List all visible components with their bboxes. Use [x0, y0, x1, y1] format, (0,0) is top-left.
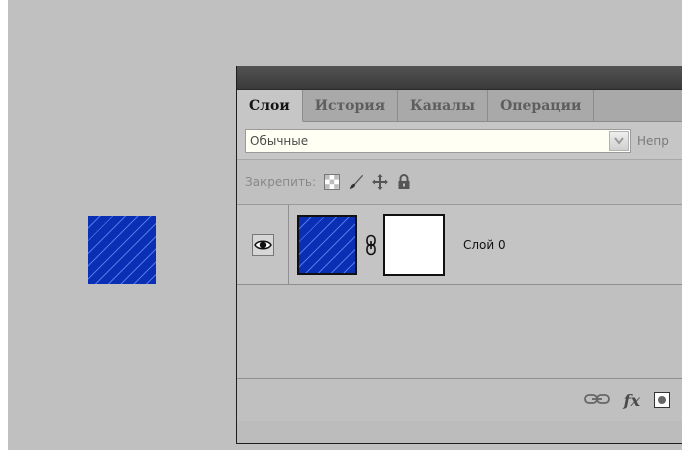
layers-panel: Слои История Каналы Операции Обычные Неп…: [236, 66, 682, 444]
add-mask-icon[interactable]: [654, 392, 670, 408]
lock-row: Закрепить:: [237, 160, 682, 205]
padlock-icon[interactable]: [396, 174, 412, 190]
visibility-cell: [237, 204, 289, 285]
layer-row[interactable]: Слой 0: [237, 204, 682, 285]
canvas-blue-square: [88, 216, 156, 284]
chevron-down-icon[interactable]: [609, 130, 629, 151]
blend-mode-row: Обычные Непр: [237, 122, 682, 160]
layer-mask-thumbnail[interactable]: [383, 213, 445, 276]
tab-layers[interactable]: Слои: [237, 90, 303, 122]
layer-thumbnail[interactable]: [297, 214, 357, 275]
lock-transparency-icon[interactable]: [324, 174, 341, 190]
layer-name[interactable]: Слой 0: [463, 238, 506, 252]
blend-mode-select[interactable]: Обычные: [245, 128, 631, 153]
mask-link-icon[interactable]: [361, 234, 381, 256]
tab-channels[interactable]: Каналы: [398, 90, 489, 122]
link-layers-icon[interactable]: [583, 391, 610, 410]
panel-titlebar[interactable]: [237, 66, 682, 90]
tab-actions[interactable]: Операции: [488, 90, 595, 122]
fx-icon[interactable]: fx: [624, 391, 640, 410]
eye-icon[interactable]: [251, 233, 274, 256]
panel-bottom-bar: fx: [237, 379, 682, 421]
blend-mode-value: Обычные: [250, 133, 309, 148]
opacity-label: Непр: [637, 133, 669, 148]
brush-icon[interactable]: [348, 174, 364, 190]
tab-history[interactable]: История: [303, 90, 399, 122]
lock-label: Закрепить:: [245, 175, 317, 189]
panel-tabs: Слои История Каналы Операции: [237, 90, 682, 122]
move-icon[interactable]: [372, 174, 389, 190]
layers-empty-area: [237, 285, 682, 379]
